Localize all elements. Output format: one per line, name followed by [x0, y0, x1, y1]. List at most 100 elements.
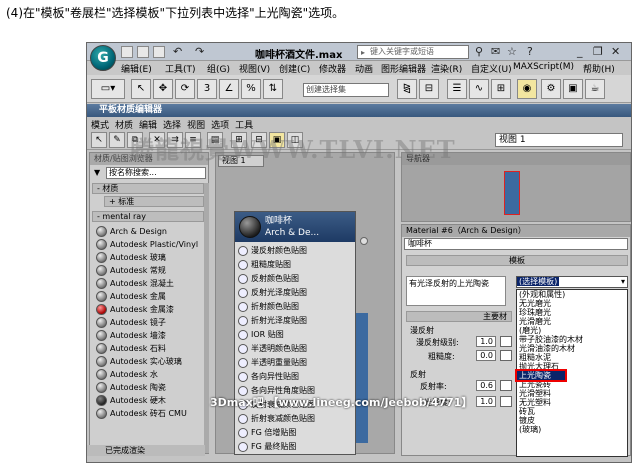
node-slot[interactable]: 反射光泽度贴图: [235, 286, 357, 299]
view-selector[interactable]: 视图 1: [495, 133, 623, 147]
template-option[interactable]: 光滑油漆的木材: [517, 344, 627, 353]
redo-icon[interactable]: ↷: [195, 45, 204, 58]
roughness-map-button[interactable]: [500, 350, 512, 361]
menu-modifiers[interactable]: 修改器: [319, 62, 346, 75]
curve-editor-icon[interactable]: ∿: [469, 79, 489, 99]
communication-icon[interactable]: ✉: [491, 45, 500, 58]
template-option[interactable]: 抛光大理石: [517, 362, 627, 371]
template-option-selected[interactable]: 上光陶瓷: [515, 369, 567, 382]
diffuse-level-spinner[interactable]: 1.0: [476, 336, 496, 347]
menu-views[interactable]: 视图(V): [239, 62, 270, 75]
material-item[interactable]: Autodesk 硬木: [96, 394, 166, 407]
node-slot[interactable]: 折射衰减颜色贴图: [235, 412, 357, 425]
template-option[interactable]: (玻璃): [517, 425, 627, 434]
gloss-map-button[interactable]: [500, 396, 512, 407]
reflection-color-swatch[interactable]: [500, 380, 512, 391]
template-option[interactable]: 砖瓦: [517, 407, 627, 416]
material-item[interactable]: Autodesk 常规: [96, 264, 166, 277]
menu-graph-editors[interactable]: 图形编辑器: [381, 62, 426, 75]
node-slot[interactable]: 反射颜色贴图: [235, 272, 357, 285]
schematic-icon[interactable]: ⊞: [491, 79, 511, 99]
template-option[interactable]: 无光塑料: [517, 398, 627, 407]
gloss-spinner[interactable]: 1.0: [476, 396, 496, 407]
template-option[interactable]: 镀皮: [517, 416, 627, 425]
material-item[interactable]: Autodesk 金属: [96, 290, 166, 303]
layer-icon[interactable]: ☰: [447, 79, 467, 99]
roughness-spinner[interactable]: 0.0: [476, 350, 496, 361]
pick-icon[interactable]: ↖: [91, 132, 107, 148]
minimize-icon[interactable]: _: [577, 45, 583, 58]
menu-help[interactable]: 帮助(H): [583, 62, 615, 75]
save-file-icon[interactable]: [153, 46, 165, 58]
material-node[interactable]: 咖啡杯 Arch & De... 漫反射颜色贴图 粗糙度贴图 反射颜色贴图 反射…: [234, 211, 356, 455]
material-item[interactable]: Autodesk 混凝土: [96, 277, 174, 290]
rotate-icon[interactable]: ⟳: [175, 79, 195, 99]
render-frame-icon[interactable]: ▣: [563, 79, 583, 99]
material-editor-icon[interactable]: ◉: [517, 79, 537, 99]
percent-snap-icon[interactable]: %: [241, 79, 261, 99]
template-option[interactable]: (外观和属性): [517, 290, 627, 299]
browser-scrollbar[interactable]: [204, 183, 209, 453]
browser-options-icon[interactable]: ▼: [94, 168, 100, 177]
material-item[interactable]: Arch & Design: [96, 225, 167, 238]
navigator-node-thumb[interactable]: [504, 171, 520, 215]
menu-edit[interactable]: 编辑(E): [121, 62, 152, 75]
render-icon[interactable]: ☕: [585, 79, 605, 99]
rollout-standard[interactable]: + 标准: [104, 196, 204, 207]
new-file-icon[interactable]: [121, 46, 133, 58]
mirror-icon[interactable]: ⧎: [397, 79, 417, 99]
material-item[interactable]: Autodesk 金属漆: [96, 303, 174, 316]
template-option[interactable]: 上光瓷砖: [517, 380, 627, 389]
spinner-snap-icon[interactable]: ⇅: [263, 79, 283, 99]
node-slot[interactable]: 漫反射颜色贴图: [235, 244, 357, 257]
node-slot[interactable]: 半透明重量贴图: [235, 356, 357, 369]
node-slot[interactable]: 粗糙度贴图: [235, 258, 357, 271]
material-item[interactable]: Autodesk 玻璃: [96, 251, 166, 264]
render-setup-icon[interactable]: ⚙: [541, 79, 561, 99]
menu-customize[interactable]: 自定义(U): [471, 62, 512, 75]
reflectivity-spinner[interactable]: 0.6: [476, 380, 496, 391]
menu-maxscript[interactable]: MAXScript(M): [513, 62, 574, 72]
align-icon[interactable]: ⊟: [419, 79, 439, 99]
menu-tools[interactable]: 工具(T): [165, 62, 196, 75]
node-slot[interactable]: 各向异性贴图: [235, 370, 357, 383]
rollout-mentalray[interactable]: - mental ray: [92, 211, 204, 222]
material-item[interactable]: Autodesk Plastic/Vinyl: [96, 238, 198, 251]
named-selection-dropdown[interactable]: 创建选择集: [303, 83, 389, 97]
node-slot[interactable]: FG 倍增贴图: [235, 426, 357, 439]
template-option[interactable]: 无光磨光: [517, 299, 627, 308]
snap-3-icon[interactable]: 3: [197, 79, 217, 99]
diffuse-color-swatch[interactable]: [500, 336, 512, 347]
node-slot[interactable]: 折射颜色贴图: [235, 300, 357, 313]
rollout-main[interactable]: 主要材: [406, 311, 512, 322]
favorites-icon[interactable]: ☆: [507, 45, 517, 58]
rollout-materials[interactable]: - 材质: [92, 183, 204, 194]
angle-snap-icon[interactable]: ∠: [219, 79, 239, 99]
node-slot[interactable]: IOR 贴图: [235, 328, 357, 341]
menu-create[interactable]: 创建(C): [279, 62, 310, 75]
close-icon[interactable]: ✕: [611, 45, 620, 58]
material-item[interactable]: Autodesk 水: [96, 368, 158, 381]
node-output-socket[interactable]: [360, 237, 368, 245]
app-logo-icon[interactable]: G: [90, 45, 116, 71]
menu-rendering[interactable]: 渲染(R): [431, 62, 462, 75]
template-option[interactable]: 珍珠磨光: [517, 308, 627, 317]
template-option[interactable]: (磨光): [517, 326, 627, 335]
search-input[interactable]: ▸ 键入关键字或短语: [357, 45, 469, 59]
menu-animation[interactable]: 动画: [355, 62, 373, 75]
material-name-field[interactable]: 咖啡杯: [404, 238, 628, 250]
material-item[interactable]: Autodesk 砖石 CMU: [96, 407, 187, 420]
node-slot[interactable]: 折射光泽度贴图: [235, 314, 357, 327]
material-item[interactable]: Autodesk 石料: [96, 342, 166, 355]
restore-icon[interactable]: ❐: [593, 45, 603, 58]
select-icon[interactable]: ↖: [131, 79, 151, 99]
rollout-templates[interactable]: 模板: [406, 255, 628, 266]
material-item[interactable]: Autodesk 镜子: [96, 316, 166, 329]
node-slot[interactable]: 半透明颜色贴图: [235, 342, 357, 355]
material-item[interactable]: Autodesk 实心玻璃: [96, 355, 182, 368]
menu-group[interactable]: 组(G): [207, 62, 230, 75]
help-icon[interactable]: ?: [527, 45, 533, 58]
template-dropdown[interactable]: (选择模板) ▾: [516, 276, 628, 288]
browser-search[interactable]: 按名称搜索...: [106, 167, 206, 179]
open-file-icon[interactable]: [137, 46, 149, 58]
